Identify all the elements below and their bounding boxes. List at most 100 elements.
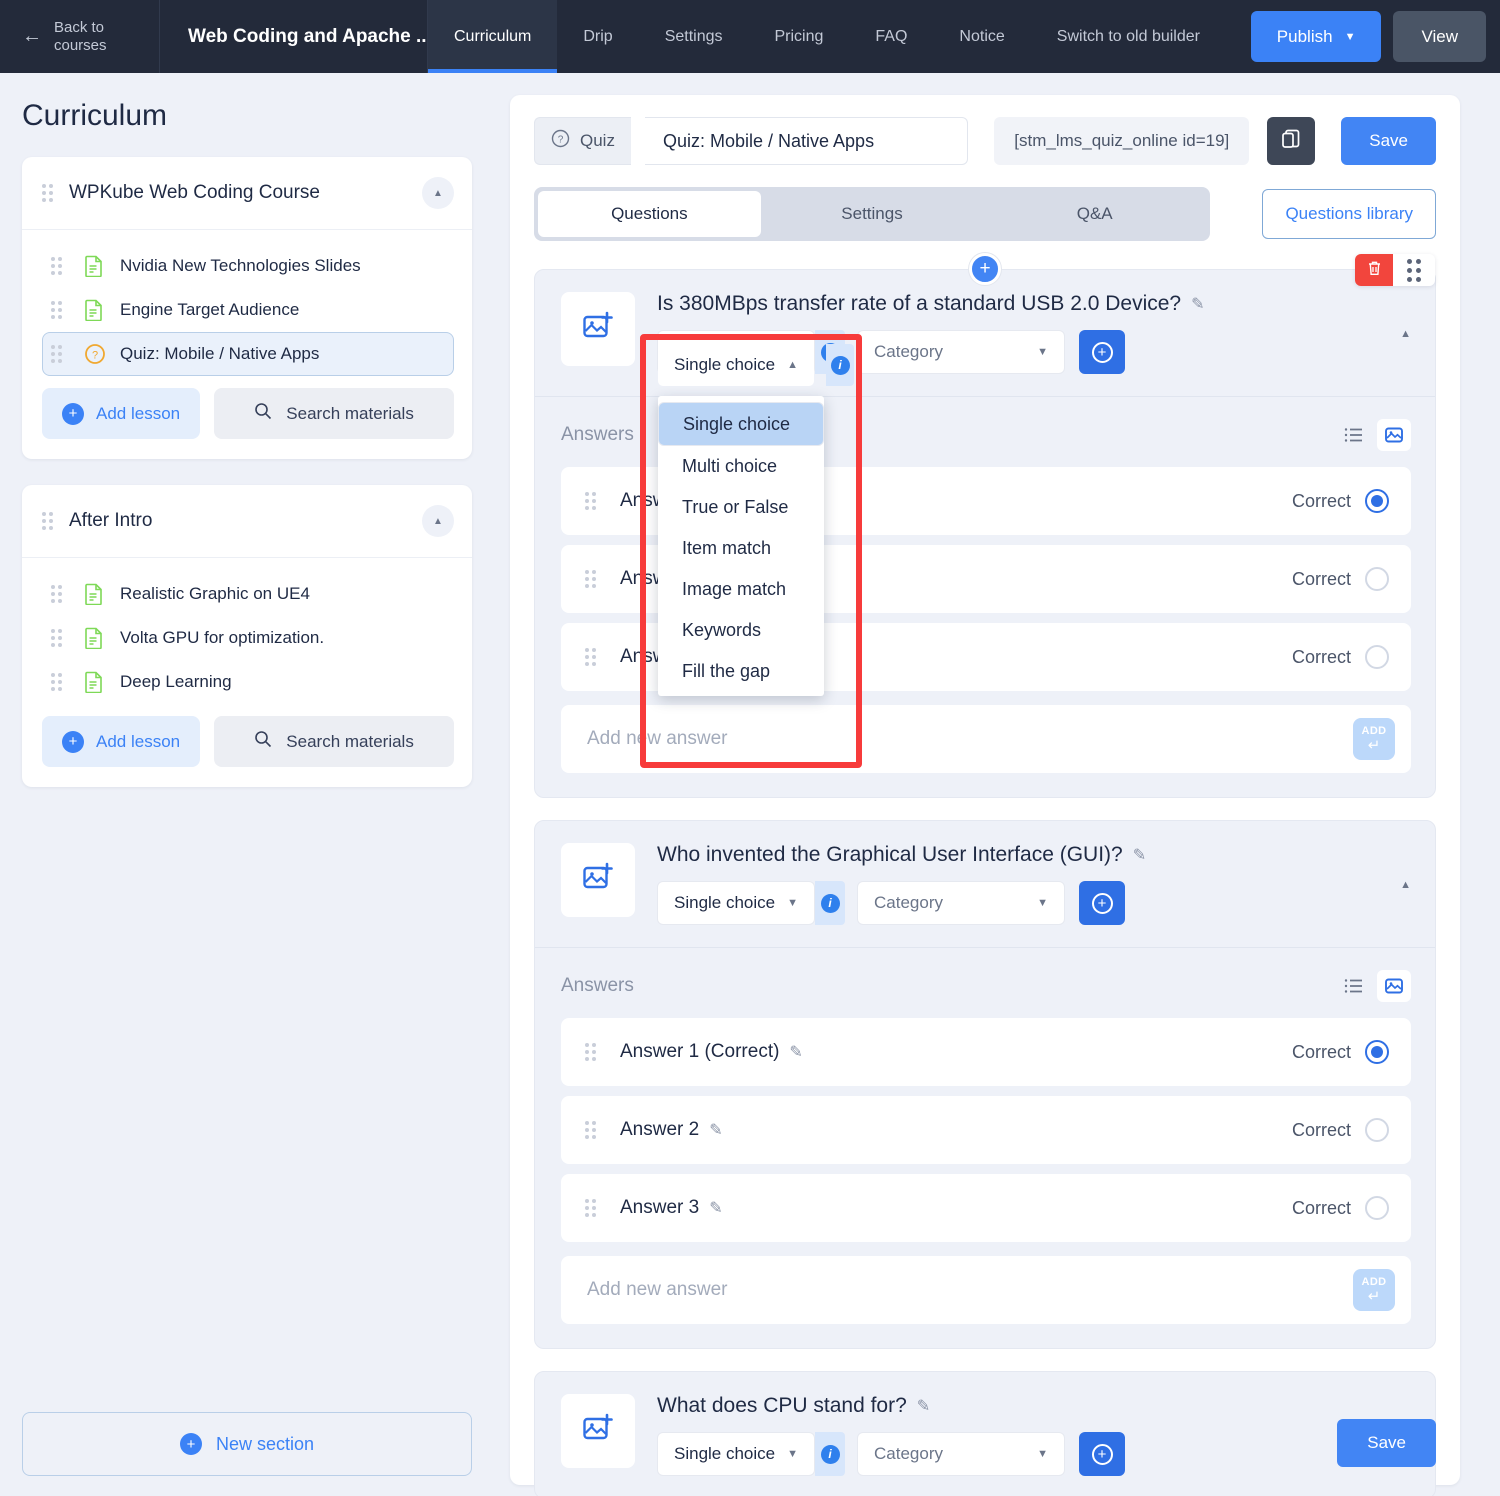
image-view-icon[interactable] <box>1377 970 1411 1002</box>
quiz-shortcode[interactable]: [stm_lms_quiz_online id=19] <box>994 117 1250 165</box>
dropdown-option-single-choice[interactable]: Single choice <box>658 402 824 446</box>
tab-questions[interactable]: Questions <box>538 191 761 237</box>
correct-radio[interactable] <box>1365 645 1389 669</box>
question-category-select[interactable]: Category ▼ <box>857 330 1065 374</box>
section-collapse-button[interactable]: ▲ <box>422 505 454 537</box>
add-answer-button[interactable]: ADD ↵ <box>1353 1269 1395 1311</box>
question-category-select[interactable]: Category ▼ <box>857 1432 1065 1476</box>
nav-tab-settings[interactable]: Settings <box>639 0 749 73</box>
back-to-courses-button[interactable]: ← Back to courses <box>0 0 160 73</box>
nav-tab-drip[interactable]: Drip <box>557 0 638 73</box>
pencil-icon[interactable]: ✎ <box>1191 294 1204 314</box>
drag-dots-icon[interactable] <box>585 570 596 588</box>
drag-dots-icon[interactable] <box>51 629 62 647</box>
nav-tab-pricing[interactable]: Pricing <box>749 0 850 73</box>
delete-question-button[interactable] <box>1355 254 1393 286</box>
add-answer-button[interactable]: ADD ↵ <box>1353 718 1395 760</box>
question-collapse-button[interactable]: ▲ <box>1400 328 1411 340</box>
copy-shortcode-button[interactable] <box>1267 117 1316 165</box>
pencil-icon[interactable]: ✎ <box>917 1396 930 1416</box>
nav-tab-curriculum[interactable]: Curriculum <box>428 0 558 73</box>
drag-dots-icon[interactable] <box>51 257 62 275</box>
section-header[interactable]: WPKube Web Coding Course ▲ <box>22 157 472 230</box>
question-info-button[interactable]: i <box>826 344 854 386</box>
correct-radio[interactable] <box>1365 1196 1389 1220</box>
tab-qa[interactable]: Q&A <box>983 191 1206 237</box>
question-category-select[interactable]: Category ▼ <box>857 881 1065 925</box>
question-info-button[interactable]: i <box>815 1432 845 1476</box>
correct-radio[interactable] <box>1365 1040 1389 1064</box>
question-type-select[interactable]: Single choice ▼ <box>657 1432 815 1476</box>
correct-radio[interactable] <box>1365 489 1389 513</box>
correct-radio[interactable] <box>1365 567 1389 591</box>
add-question-button[interactable]: + <box>969 253 1001 285</box>
drag-dots-icon[interactable] <box>51 345 62 363</box>
dropdown-option-multi-choice[interactable]: Multi choice <box>658 446 824 487</box>
pencil-icon[interactable]: ✎ <box>709 1120 722 1140</box>
question-type-dropdown-menu[interactable]: Single choice Multi choice True or False… <box>658 396 824 696</box>
new-section-button[interactable]: + New section <box>22 1412 472 1476</box>
add-lesson-button[interactable]: + Add lesson <box>42 716 201 767</box>
drag-dots-icon[interactable] <box>585 492 596 510</box>
section-header[interactable]: After Intro ▲ <box>22 485 472 558</box>
add-answer-input[interactable] <box>587 1279 1353 1301</box>
drag-dots-icon[interactable] <box>51 585 62 603</box>
view-button[interactable]: View <box>1393 11 1486 62</box>
add-lesson-button[interactable]: + Add lesson <box>42 388 201 439</box>
pencil-icon[interactable]: ✎ <box>1133 845 1146 865</box>
dropdown-option-keywords[interactable]: Keywords <box>658 610 824 651</box>
add-category-button[interactable]: + <box>1079 1432 1125 1476</box>
question-image-placeholder[interactable] <box>561 843 635 917</box>
search-materials-button[interactable]: Search materials <box>214 716 454 767</box>
bottom-save-button[interactable]: Save <box>1337 1419 1436 1467</box>
correct-radio[interactable] <box>1365 1118 1389 1142</box>
questions-library-button[interactable]: Questions library <box>1262 189 1436 239</box>
drag-dots-icon[interactable] <box>42 184 53 202</box>
nav-tab-faq[interactable]: FAQ <box>849 0 933 73</box>
save-button[interactable]: Save <box>1341 117 1436 165</box>
course-title[interactable]: Web Coding and Apache ... <box>160 0 428 73</box>
add-category-button[interactable]: + <box>1079 330 1125 374</box>
quiz-title-input[interactable] <box>644 117 969 165</box>
drag-question-handle[interactable] <box>1393 254 1435 286</box>
drag-dots-icon[interactable] <box>585 1121 596 1139</box>
list-item[interactable]: Volta GPU for optimization. <box>42 616 454 660</box>
dropdown-option-image-match[interactable]: Image match <box>658 569 824 610</box>
question-type-select-open[interactable]: Single choice ▲ <box>658 344 814 386</box>
pencil-icon[interactable]: ✎ <box>709 1198 722 1218</box>
list-item[interactable]: Engine Target Audience <box>42 288 454 332</box>
add-category-button[interactable]: + <box>1079 881 1125 925</box>
drag-dots-icon[interactable] <box>585 1043 596 1061</box>
list-view-icon[interactable] <box>1337 970 1371 1002</box>
drag-dots-icon[interactable] <box>585 1199 596 1217</box>
section-collapse-button[interactable]: ▲ <box>422 177 454 209</box>
question-info-button[interactable]: i <box>815 881 845 925</box>
answer-row[interactable]: Answer 2 ✎ Correct <box>561 1096 1411 1164</box>
drag-dots-icon[interactable] <box>51 301 62 319</box>
dropdown-option-fill-the-gap[interactable]: Fill the gap <box>658 651 824 692</box>
pencil-icon[interactable]: ✎ <box>789 1042 802 1062</box>
question-collapse-button[interactable]: ▲ <box>1400 879 1411 891</box>
nav-tab-notice[interactable]: Notice <box>933 0 1030 73</box>
publish-button[interactable]: Publish ▼ <box>1250 11 1382 62</box>
add-answer-input[interactable] <box>587 728 1353 750</box>
list-item[interactable]: Realistic Graphic on UE4 <box>42 572 454 616</box>
dropdown-option-true-or-false[interactable]: True or False <box>658 487 824 528</box>
question-image-placeholder[interactable] <box>561 292 635 366</box>
list-item[interactable]: Deep Learning <box>42 660 454 704</box>
search-materials-button[interactable]: Search materials <box>214 388 454 439</box>
question-type-select[interactable]: Single choice ▼ <box>657 881 815 925</box>
answer-row[interactable]: Answer 3 ✎ Correct <box>561 1174 1411 1242</box>
answer-row[interactable]: Answer 1 (Correct) ✎ Correct <box>561 1018 1411 1086</box>
drag-dots-icon[interactable] <box>42 512 53 530</box>
list-view-icon[interactable] <box>1337 419 1371 451</box>
drag-dots-icon[interactable] <box>51 673 62 691</box>
question-image-placeholder[interactable] <box>561 1394 635 1468</box>
sidebar-item-quiz-mobile-native-apps[interactable]: ? Quiz: Mobile / Native Apps <box>42 332 454 376</box>
list-item[interactable]: Nvidia New Technologies Slides <box>42 244 454 288</box>
switch-to-old-builder-link[interactable]: Switch to old builder <box>1031 0 1226 73</box>
dropdown-option-item-match[interactable]: Item match <box>658 528 824 569</box>
drag-dots-icon[interactable] <box>585 648 596 666</box>
image-view-icon[interactable] <box>1377 419 1411 451</box>
tab-settings[interactable]: Settings <box>761 191 984 237</box>
